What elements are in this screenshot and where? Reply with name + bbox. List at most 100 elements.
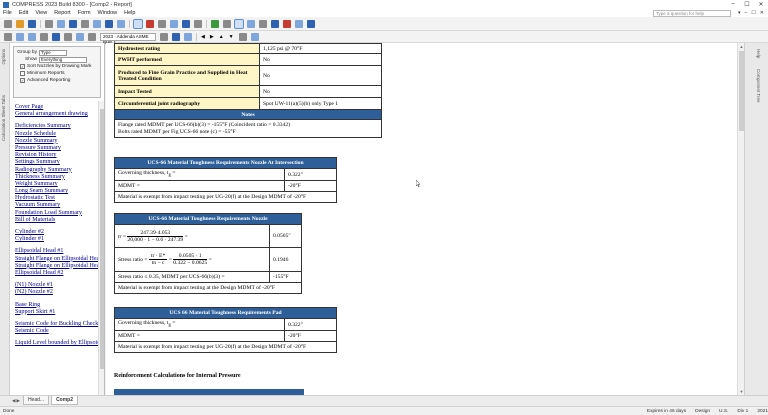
fit-icon[interactable] xyxy=(247,19,255,28)
export-icon[interactable] xyxy=(69,19,77,28)
nav-link[interactable]: General arrangement drawing xyxy=(15,111,104,118)
nav-link[interactable]: Pressure Summary xyxy=(15,145,104,152)
sort-nozzles-checkbox[interactable]: ✓ xyxy=(20,64,25,69)
code-addenda-select[interactable]: 2023 · Addenda ASME BHE 1 xyxy=(100,32,156,45)
warning-icon[interactable] xyxy=(283,19,291,28)
menu-file[interactable]: File xyxy=(3,10,12,16)
nav-left-arrow[interactable]: ◀ xyxy=(201,34,205,40)
division-indicator[interactable]: Div 1 xyxy=(737,409,748,414)
redo-icon[interactable] xyxy=(28,32,36,41)
nav-link[interactable]: Nozzle Schedule xyxy=(15,131,104,138)
minimize-button[interactable]: – xyxy=(726,1,740,8)
tab-scroll-left-icon[interactable]: ◀ xyxy=(12,398,15,404)
nav-link[interactable]: Nozzle Summary xyxy=(15,138,104,145)
nav-link[interactable]: Weight Summary xyxy=(15,181,104,188)
nav-scrollbar-thumb[interactable] xyxy=(100,109,104,369)
paste-icon[interactable] xyxy=(93,19,101,28)
tools-icon[interactable] xyxy=(194,19,202,28)
nav-link[interactable]: Long Seam Summary xyxy=(15,188,104,195)
zoom-in-icon[interactable] xyxy=(234,18,244,29)
nav-right-arrow[interactable]: ▶ xyxy=(210,34,214,40)
nav-link[interactable]: Hydrostatic Test xyxy=(15,195,104,202)
mdi-restore-button[interactable]: ☐ xyxy=(751,10,755,16)
document-tab[interactable]: Head... xyxy=(22,396,50,405)
calculator-icon[interactable] xyxy=(158,19,166,28)
code-year-indicator[interactable]: 2021 xyxy=(757,409,768,414)
nav-link[interactable]: Cover Page xyxy=(15,104,104,111)
menu-form[interactable]: Form xyxy=(78,10,91,16)
nav-link[interactable]: Bill of Materials xyxy=(15,217,104,224)
nav-link[interactable]: Thickness Summary xyxy=(15,174,104,181)
drawing-icon[interactable] xyxy=(170,19,178,28)
report-view-icon[interactable] xyxy=(133,18,143,29)
nav-link[interactable]: Radiography Summary xyxy=(15,167,104,174)
menu-window[interactable]: Window xyxy=(98,10,118,16)
menu-edit[interactable]: Edit xyxy=(19,10,28,16)
undo-icon[interactable] xyxy=(16,32,24,41)
calc-sheet-dock-tab[interactable]: Calculation Sheet Tabs xyxy=(1,95,9,141)
close-button[interactable]: ✕ xyxy=(754,1,768,8)
nav-link[interactable]: Ellipsoidal Head #1 xyxy=(15,248,104,255)
view-3d-icon[interactable] xyxy=(250,32,259,41)
component-tree-dock-tab[interactable]: Component Tree xyxy=(753,69,761,103)
nav-link[interactable]: Seismic Code xyxy=(15,328,104,335)
material-icon[interactable] xyxy=(172,32,180,41)
database-icon[interactable] xyxy=(295,19,303,28)
nav-link[interactable]: Seismic Code for Buckling Check xyxy=(15,321,104,328)
print-icon[interactable] xyxy=(45,19,53,28)
nav-link[interactable]: Revision History xyxy=(15,152,104,159)
nav-link[interactable]: (N2) Nozzle #2 xyxy=(15,289,104,296)
group-by-select[interactable]: Type xyxy=(39,49,67,56)
nav-link[interactable]: Base Ring xyxy=(15,302,104,309)
show-select[interactable]: Everything xyxy=(39,56,87,63)
mdi-close-button[interactable]: ✕ xyxy=(760,10,764,16)
options-icon[interactable] xyxy=(146,19,154,28)
minimum-reports-checkbox[interactable] xyxy=(20,71,25,76)
nav-link[interactable]: Vacuum Summary xyxy=(15,202,104,209)
settings-icon[interactable] xyxy=(160,32,168,41)
mdi-minimize-button[interactable]: – xyxy=(745,10,748,16)
new-file-icon[interactable] xyxy=(4,19,12,28)
save-icon[interactable] xyxy=(28,19,36,28)
document-scrollbar[interactable]: ▲ ▼ xyxy=(737,43,744,395)
menu-report[interactable]: Report xyxy=(54,10,71,16)
nozzle-icon[interactable] xyxy=(88,32,96,41)
delete-icon[interactable] xyxy=(40,32,48,41)
nav-link[interactable]: Ellipsoidal Head #2 xyxy=(15,270,104,277)
rotate-icon[interactable] xyxy=(238,32,247,41)
minimum-reports-option[interactable]: Minimum Reports xyxy=(20,70,98,77)
help-icon[interactable] xyxy=(307,19,315,28)
pdf-icon[interactable] xyxy=(105,19,113,28)
email-icon[interactable] xyxy=(117,19,125,28)
advanced-reporting-checkbox[interactable]: ✓ xyxy=(20,78,25,83)
help-dock-tab[interactable]: Help xyxy=(753,49,761,58)
help-dropdown-icon[interactable]: ▾ xyxy=(738,10,741,16)
open-folder-icon[interactable] xyxy=(16,19,24,28)
nav-down-arrow[interactable]: ▼ xyxy=(229,34,234,40)
loads-icon[interactable] xyxy=(184,32,192,41)
nav-link[interactable]: Support Skirt #1 xyxy=(15,309,104,316)
help-search-input[interactable]: Type a question for help xyxy=(653,9,732,17)
print-preview-icon[interactable] xyxy=(57,19,65,28)
nav-scrollbar[interactable] xyxy=(98,101,104,395)
sort-nozzles-option[interactable]: ✓ Sort Nozzles by Drawing Mark xyxy=(20,63,98,70)
cut-icon[interactable] xyxy=(4,32,12,41)
run-icon[interactable] xyxy=(211,19,219,28)
mode-indicator[interactable]: Design xyxy=(695,409,710,414)
nav-link[interactable]: Deficiencies Summary xyxy=(15,123,104,130)
nav-link[interactable]: Liquid Level bounded by Ellipsoidal xyxy=(15,340,104,347)
copy-icon[interactable] xyxy=(81,19,89,28)
document-tab-active[interactable]: Comp2 xyxy=(51,396,79,405)
menu-help[interactable]: Help xyxy=(124,10,135,16)
nav-link[interactable]: Settings Summary xyxy=(15,159,104,166)
component-icon[interactable] xyxy=(76,32,84,41)
advanced-reporting-option[interactable]: ✓ Advanced Reporting xyxy=(20,77,98,84)
nav-link[interactable]: Straight Flange on Ellipsoidal Head xyxy=(15,256,104,263)
vessel-icon[interactable] xyxy=(182,19,190,28)
properties-icon[interactable] xyxy=(52,32,60,41)
menu-view[interactable]: View xyxy=(35,10,47,16)
tab-scroll-right-icon[interactable]: ▶ xyxy=(16,398,19,404)
zoom-out-icon[interactable] xyxy=(223,19,231,28)
options-dock-tab[interactable]: Options xyxy=(1,49,9,65)
nav-link[interactable]: Straight Flange on Ellipsoidal Head xyxy=(15,263,104,270)
